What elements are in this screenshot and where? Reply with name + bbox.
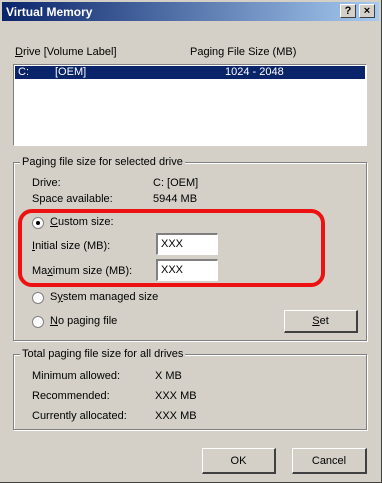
minimum-allowed-value: X MB bbox=[155, 370, 182, 382]
totals-legend: Total paging file size for all drives bbox=[20, 348, 186, 360]
space-available-label: Space available: bbox=[32, 193, 113, 205]
title-bar[interactable]: Virtual Memory ? × bbox=[2, 2, 379, 21]
no-paging-file-radio[interactable] bbox=[32, 316, 44, 328]
currently-allocated-label: Currently allocated: bbox=[32, 410, 127, 422]
no-paging-file-label[interactable]: No paging file bbox=[50, 315, 117, 327]
custom-size-label[interactable]: Custom size: bbox=[50, 216, 114, 228]
drive-list-row[interactable]: C: [OEM] 1024 - 2048 bbox=[15, 66, 365, 79]
minimum-allowed-label: Minimum allowed: bbox=[32, 370, 121, 382]
currently-allocated-value: XXX MB bbox=[155, 410, 197, 422]
initial-size-input[interactable]: XXX bbox=[156, 233, 218, 255]
space-available-value: 5944 MB bbox=[153, 193, 198, 205]
row-paging-size: 1024 - 2048 bbox=[225, 66, 284, 78]
recommended-value: XXX MB bbox=[155, 390, 197, 402]
drive-list[interactable]: C: [OEM] 1024 - 2048 bbox=[13, 64, 367, 146]
column-header-drive: Drive [Volume Label] bbox=[15, 46, 117, 58]
column-header-drive-text: rive [Volume Label] bbox=[22, 46, 117, 58]
drive-label: Drive: bbox=[32, 177, 61, 189]
cancel-button[interactable]: Cancel bbox=[292, 448, 367, 474]
recommended-label: Recommended: bbox=[32, 390, 110, 402]
maximum-size-label: Maximum size (MB): bbox=[32, 265, 133, 277]
radio-selected-dot bbox=[36, 221, 40, 225]
close-button[interactable]: × bbox=[359, 4, 375, 18]
system-managed-radio[interactable] bbox=[32, 292, 44, 304]
column-header-paging-size: Paging File Size (MB) bbox=[190, 46, 297, 58]
selected-drive-legend: Paging file size for selected drive bbox=[20, 156, 185, 168]
virtual-memory-dialog: Virtual Memory ? × Drive [Volume Label] … bbox=[0, 0, 382, 483]
maximum-size-input[interactable]: XXX bbox=[156, 259, 218, 281]
window-title: Virtual Memory bbox=[6, 5, 93, 19]
help-button[interactable]: ? bbox=[340, 4, 356, 18]
initial-size-label: Initial size (MB): bbox=[32, 240, 111, 252]
set-button[interactable]: Set bbox=[284, 310, 358, 333]
system-managed-label[interactable]: System managed size bbox=[50, 291, 158, 303]
drive-value: C: [OEM] bbox=[153, 177, 199, 189]
ok-button[interactable]: OK bbox=[202, 448, 276, 474]
row-volume-label: [OEM] bbox=[55, 66, 87, 78]
row-drive: C: bbox=[18, 66, 29, 78]
custom-size-radio[interactable] bbox=[32, 217, 44, 229]
